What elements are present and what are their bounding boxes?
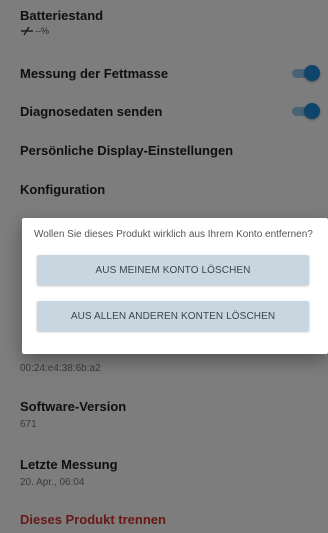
delete-from-other-accounts-button[interactable]: AUS ALLEN ANDEREN KONTEN LÖSCHEN: [37, 301, 309, 331]
delete-from-my-account-button[interactable]: AUS MEINEM KONTO LÖSCHEN: [37, 255, 309, 285]
dialog-message: Wollen Sie dieses Produkt wirklich aus I…: [34, 229, 313, 240]
remove-product-dialog: Wollen Sie dieses Produkt wirklich aus I…: [22, 218, 328, 354]
